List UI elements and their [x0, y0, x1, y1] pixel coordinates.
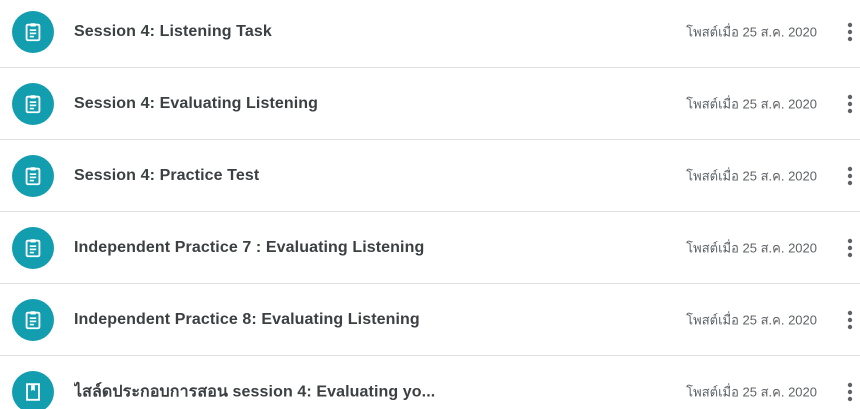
assignment-icon	[12, 11, 54, 53]
assignment-icon	[12, 155, 54, 197]
stream-item-assignment[interactable]: Independent Practice 8: Evaluating Liste…	[0, 284, 860, 356]
assignment-icon	[12, 299, 54, 341]
assignment-icon	[12, 227, 54, 269]
item-posted-date: โพสต์เมื่อ 25 ส.ค. 2020	[686, 96, 817, 112]
more-vert-icon	[847, 238, 853, 258]
item-posted-date: โพสต์เมื่อ 25 ส.ค. 2020	[686, 168, 817, 184]
stream-item-assignment[interactable]: Session 4: Evaluating Listening โพสต์เมื…	[0, 68, 860, 140]
more-options-button[interactable]	[840, 376, 860, 408]
item-title[interactable]: Independent Practice 7 : Evaluating List…	[74, 239, 424, 257]
item-posted-date: โพสต์เมื่อ 25 ส.ค. 2020	[686, 240, 817, 256]
stream-item-material[interactable]: ไสล์ดประกอบการสอน session 4: Evaluating …	[0, 356, 860, 409]
material-icon	[12, 371, 54, 409]
item-title[interactable]: ไสล์ดประกอบการสอน session 4: Evaluating …	[74, 380, 435, 405]
more-vert-icon	[847, 22, 853, 42]
more-vert-icon	[847, 310, 853, 330]
item-title[interactable]: Session 4: Practice Test	[74, 167, 259, 185]
more-options-button[interactable]	[840, 304, 860, 336]
more-options-button[interactable]	[840, 160, 860, 192]
stream-item-assignment[interactable]: Session 4: Listening Task โพสต์เมื่อ 25 …	[0, 0, 860, 68]
more-options-button[interactable]	[840, 16, 860, 48]
more-vert-icon	[847, 166, 853, 186]
item-posted-date: โพสต์เมื่อ 25 ส.ค. 2020	[686, 312, 817, 328]
item-title[interactable]: Session 4: Evaluating Listening	[74, 95, 318, 113]
more-options-button[interactable]	[840, 88, 860, 120]
item-posted-date: โพสต์เมื่อ 25 ส.ค. 2020	[686, 384, 817, 400]
item-title[interactable]: Session 4: Listening Task	[74, 23, 272, 41]
stream-item-assignment[interactable]: Independent Practice 7 : Evaluating List…	[0, 212, 860, 284]
more-vert-icon	[847, 382, 853, 402]
item-posted-date: โพสต์เมื่อ 25 ส.ค. 2020	[686, 24, 817, 40]
assignment-icon	[12, 83, 54, 125]
stream-item-assignment[interactable]: Session 4: Practice Test โพสต์เมื่อ 25 ส…	[0, 140, 860, 212]
item-title[interactable]: Independent Practice 8: Evaluating Liste…	[74, 311, 420, 329]
more-vert-icon	[847, 94, 853, 114]
classwork-stream-list: Session 4: Listening Task โพสต์เมื่อ 25 …	[0, 0, 860, 409]
more-options-button[interactable]	[840, 232, 860, 264]
